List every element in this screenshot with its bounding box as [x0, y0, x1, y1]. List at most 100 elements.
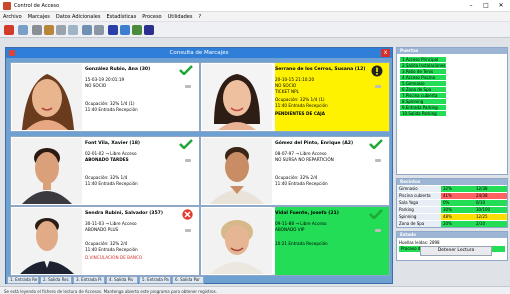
window-title: Control de Acceso [14, 3, 60, 9]
maximize-button[interactable]: □ [479, 1, 493, 11]
check-icon [369, 139, 383, 149]
person-photo [12, 208, 82, 274]
toolbar-key-icon[interactable] [68, 25, 78, 35]
recintos-header: Recintos [397, 179, 507, 185]
close-button[interactable]: ✕ [494, 1, 508, 11]
title-bar: Control de Acceso – □ ✕ [0, 0, 510, 12]
recinto-name: Piscina cubierta [397, 193, 441, 199]
person-photo [12, 138, 82, 204]
menu-archivo[interactable]: Archivo [0, 12, 25, 22]
warning-icon [371, 65, 383, 77]
door-tabs: 1. Entrada Re 2. Salida Rec 3. Entrada P… [7, 276, 393, 284]
recinto-name: Zona de Spa [397, 221, 441, 227]
card-line: 30-11-03 → Libre Acceso [85, 221, 137, 226]
toolbar-door-icon[interactable] [44, 25, 54, 35]
marcaje-card: Gómez del Pinto, Enrique (A2) 08-07-97 →… [200, 136, 390, 206]
door-item[interactable]: 4.Acceso Piscina [400, 75, 446, 80]
card-line: TICKET NPL [275, 89, 299, 94]
recinto-occupancy: 24/38 [474, 193, 507, 199]
card-line: 11:40 Entrada Recepción [275, 103, 328, 108]
huellas-text: Huellas leídas: 2898 [399, 240, 440, 245]
tab-salida-parking[interactable]: 6. Salida Par [172, 276, 204, 284]
keyboard-icon [375, 85, 381, 88]
marcaje-card: Vidal Fuente, Josefa (21) 09-11-88 → Lib… [200, 206, 390, 276]
door-item[interactable]: 7.Piscina cubierta [400, 93, 446, 98]
toolbar-stop-icon[interactable] [4, 25, 14, 35]
recinto-occupancy: 0/10 [474, 200, 507, 206]
door-item[interactable]: 5.Gimnasio [400, 81, 446, 86]
recinto-occupancy: 12/38 [474, 186, 507, 192]
keyboard-icon [375, 229, 381, 232]
menu-marcajes[interactable]: Marcajes [25, 12, 53, 22]
toolbar-p-icon[interactable] [108, 25, 118, 35]
card-line: 20-10-15 21:10:20 [275, 77, 315, 82]
recinto-pct: 48% [441, 214, 474, 220]
keyboard-icon [185, 85, 191, 88]
toolbar-chart-icon[interactable] [120, 25, 130, 35]
card-line: 15-03-19 20:01:19 [85, 77, 125, 82]
card-line: 10:21 Entrada Recepción [275, 241, 328, 246]
tab-entrada-parking[interactable]: 5. Entrada Pa [139, 276, 171, 284]
tab-entrada-recepcion[interactable]: 1. Entrada Re [7, 276, 39, 284]
card-line: 11:40 Entrada Recepción [275, 181, 328, 186]
menu-help[interactable]: ? [196, 12, 205, 22]
tab-entrada-piscina[interactable]: 3. Entrada Pi [73, 276, 105, 284]
door-item[interactable]: 1.Acceso Principal [400, 57, 446, 62]
door-item[interactable]: 2.Salida Instalaciones [400, 63, 446, 68]
toolbar-printer-icon[interactable] [94, 25, 104, 35]
app-window: Control de Acceso – □ ✕ Archivo Marcajes D… [0, 0, 510, 294]
recintos-panel: Recintos Gimnasio 32% 12/38 Piscina cubiert… [396, 178, 508, 228]
door-item[interactable]: 9.Entrada Parking [400, 105, 446, 110]
app-icon [3, 2, 11, 10]
keyboard-icon [185, 159, 191, 162]
recinto-row: Sala Yoga 0% 0/10 [397, 200, 507, 206]
card-line: Ocupación: 32% 2/4 [275, 175, 318, 180]
dialog-close-button[interactable]: x [381, 49, 390, 57]
recinto-row: Parking 30% 30/100 [397, 207, 507, 213]
minimize-button[interactable]: – [464, 1, 478, 11]
tab-salida-recepcion[interactable]: 2. Salida Rec [40, 276, 72, 284]
card-line: 02-01-02 → Libre Acceso [85, 151, 137, 156]
toolbar-calc-icon[interactable] [132, 25, 142, 35]
recinto-name: Sala Yoga [397, 200, 441, 206]
person-photo [202, 64, 272, 130]
menu-utilidades[interactable]: Utilidades [165, 12, 196, 22]
door-item[interactable]: 10.Salida Parking [400, 111, 446, 116]
person-name: Sendra Rubini, Salvador (357) [85, 211, 163, 216]
consulta-marcajes-dialog: Consulta de Marcajes x González Rubio, A… [5, 47, 393, 284]
toolbar-tools-icon[interactable] [18, 25, 28, 35]
card-line: 11:40 Entrada Recepción [85, 247, 138, 252]
person-name: Gómez del Pinto, Enrique (A2) [275, 141, 354, 146]
toolbar-info-icon[interactable] [144, 25, 154, 35]
recinto-pct: 41% [441, 193, 474, 199]
recinto-row: Zona de Spa 20% 2/10 [397, 221, 507, 227]
menu-datos-adicionales[interactable]: Datos Adicionales [53, 12, 104, 22]
door-item[interactable]: 6.Zona de Spa [400, 87, 446, 92]
recinto-pct: 0% [441, 200, 474, 206]
puertas-panel: Puertas 1.Acceso Principal 2.Salida Inst… [396, 47, 508, 175]
dialog-title-bar: Consulta de Marcajes [6, 48, 392, 58]
toolbar-person-icon[interactable] [32, 25, 42, 35]
door-item[interactable]: 3.Patio de Tenis [400, 69, 446, 74]
puertas-header: Puertas [397, 48, 507, 54]
menu-bar: Archivo Marcajes Datos Adicionales Estadíst… [0, 12, 510, 21]
marcaje-card: Font Vila, Xavier (18) 02-01-02 → Libre … [10, 136, 200, 206]
recinto-occupancy: 2/10 [474, 221, 507, 227]
toolbar-search-icon[interactable] [56, 25, 66, 35]
door-item[interactable]: 8.Spinning [400, 99, 446, 104]
menu-proceso[interactable]: Proceso [139, 12, 164, 22]
recinto-name: Parking [397, 207, 441, 213]
menu-estadisticas[interactable]: Estadísticas [103, 12, 139, 22]
person-name: Vidal Fuente, Josefa (21) [275, 211, 339, 216]
tab-salida-piscina[interactable]: 4. Salida Pis [106, 276, 138, 284]
recinto-pct: 20% [441, 221, 474, 227]
toolbar-card-icon[interactable] [82, 25, 92, 35]
keyboard-icon [185, 229, 191, 232]
marcaje-card: Serrano de los Cerros, Susana (12) 20-10… [200, 62, 390, 132]
detener-lectura-button[interactable]: Detener Lectura [420, 246, 492, 256]
recinto-pct: 30% [441, 207, 474, 213]
card-alert: D.VINCULACION DE BANCO [85, 255, 143, 260]
card-line: 11:40 Entrada Recepción [85, 181, 138, 186]
card-line: ABONADO VIP [275, 227, 305, 232]
recinto-row: Piscina cubierta 41% 24/38 [397, 193, 507, 199]
